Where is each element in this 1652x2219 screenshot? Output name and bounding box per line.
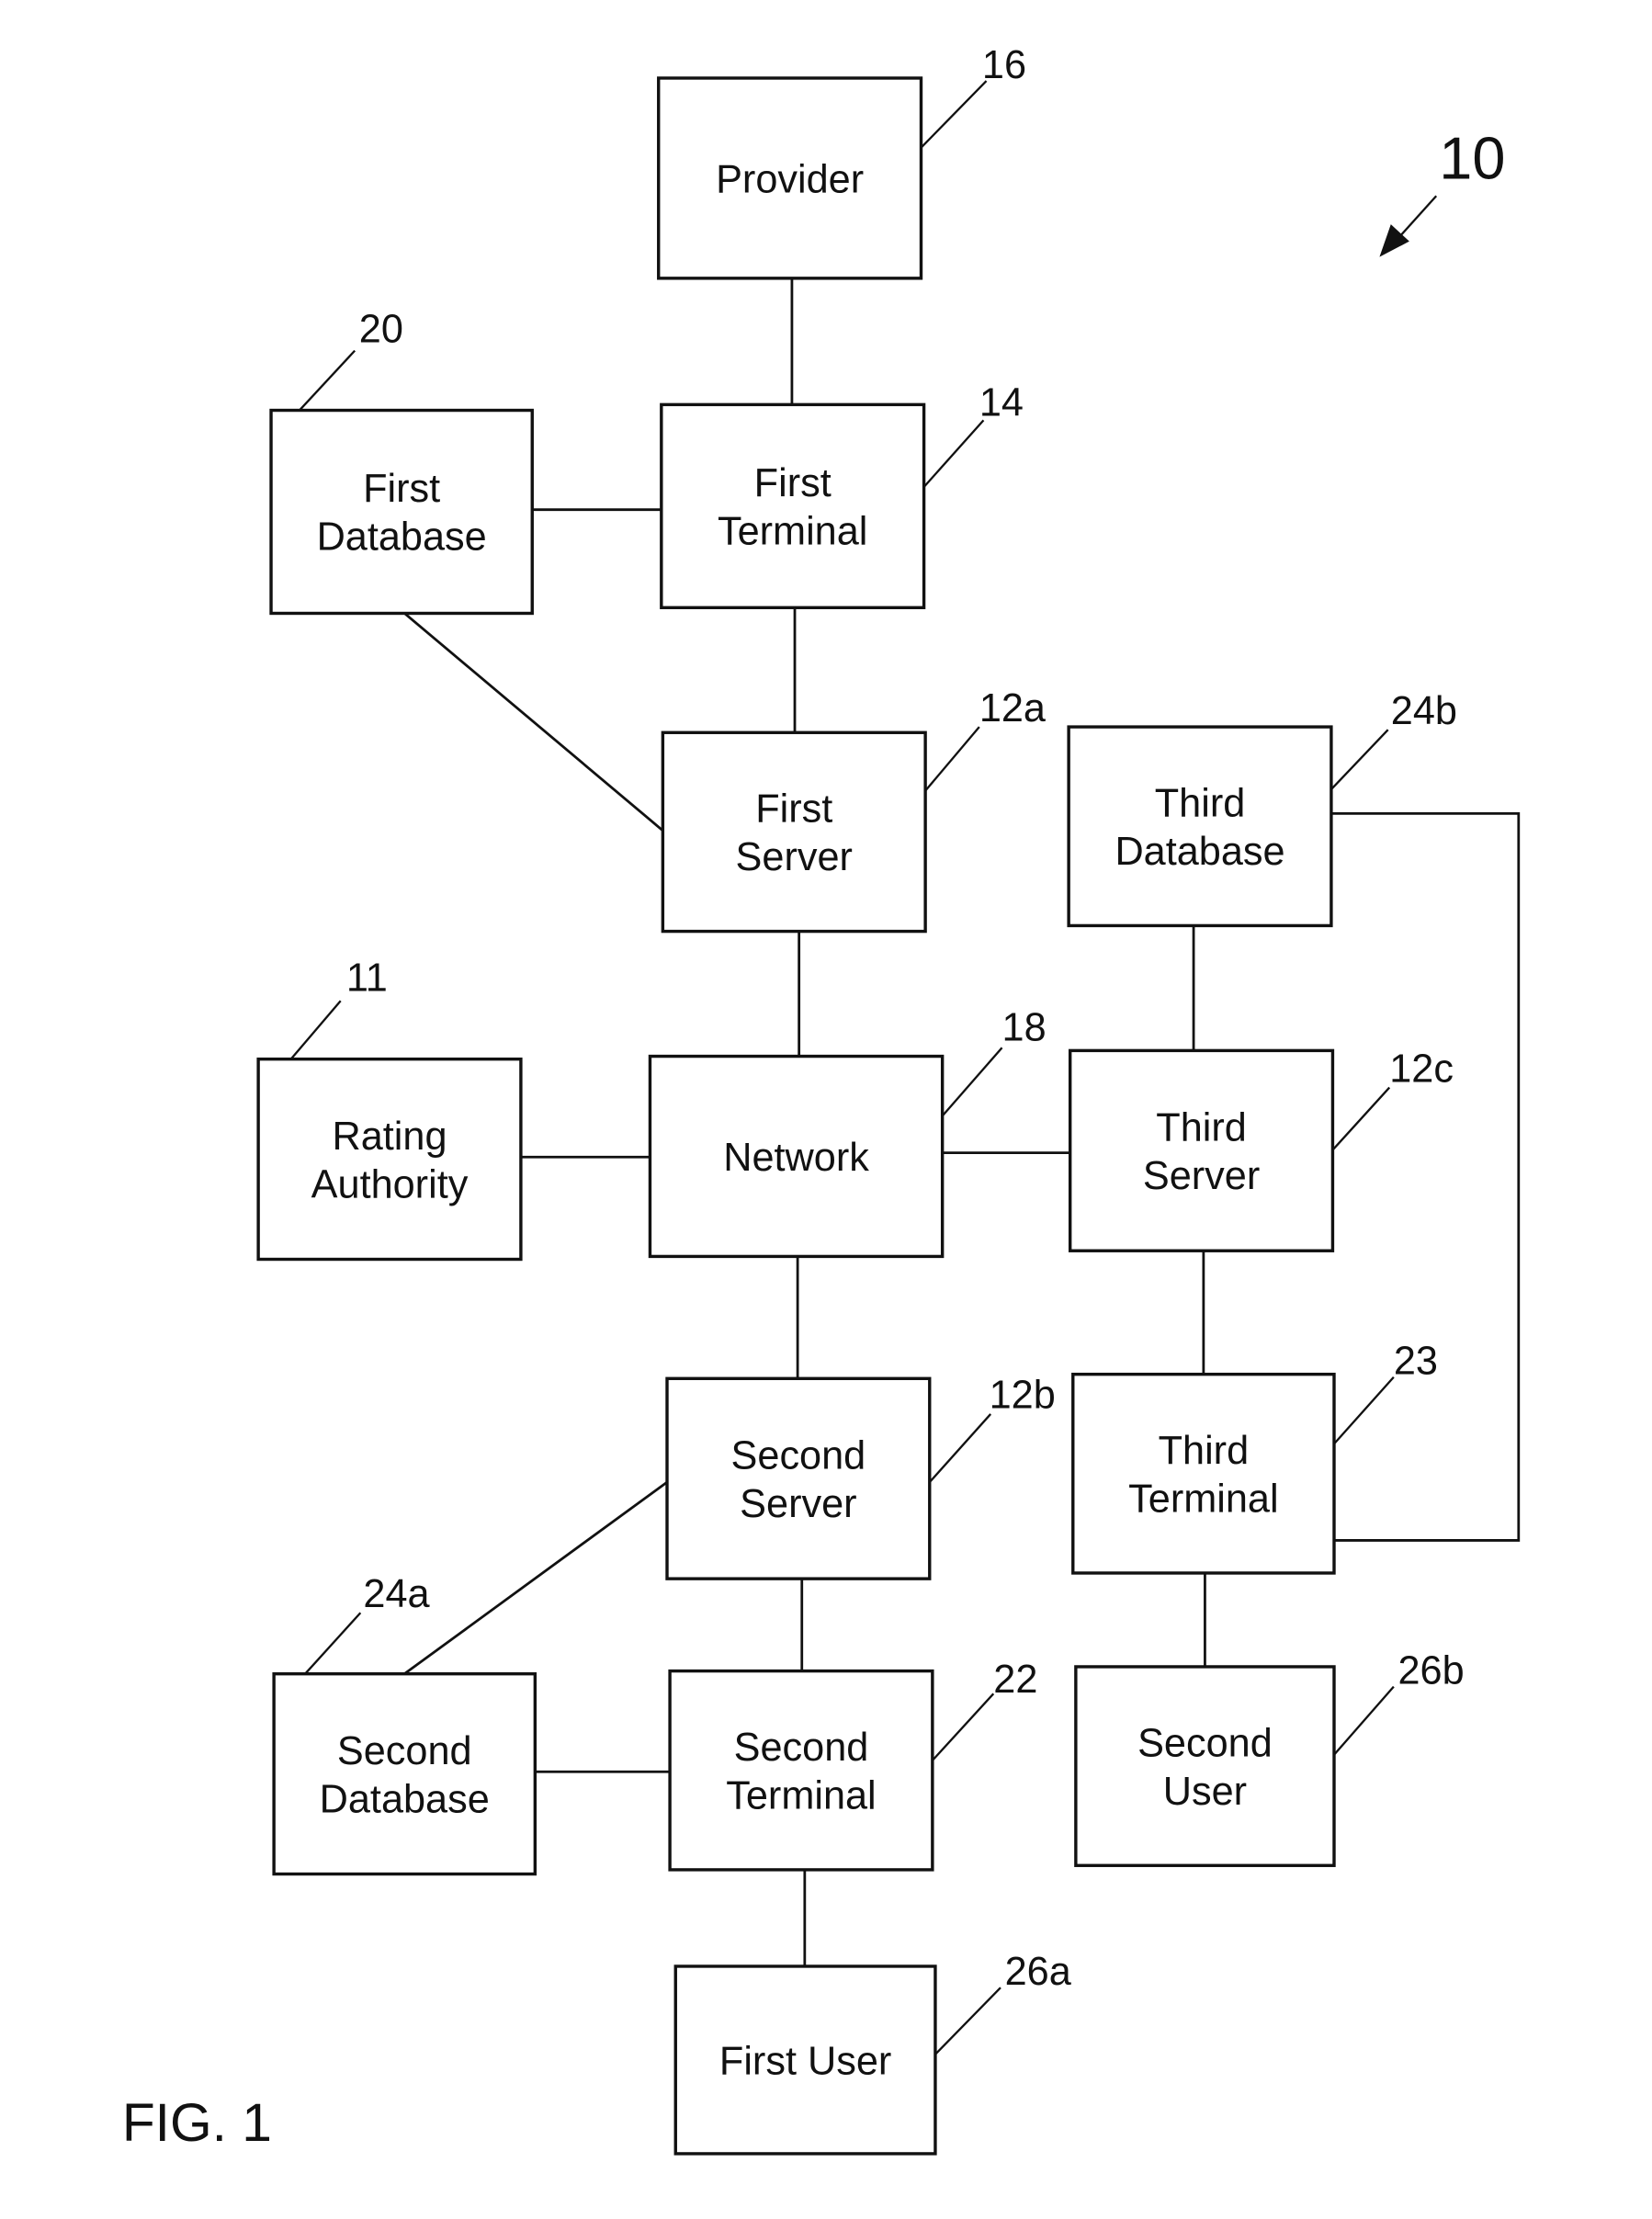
first-database-box xyxy=(269,408,534,616)
node-third-database: Third Database xyxy=(1067,725,1333,928)
connector-first-database-to-first-server xyxy=(403,612,664,832)
third-server-label-line: Third xyxy=(1156,1105,1247,1149)
network-ref-number: 18 xyxy=(1002,1006,1047,1050)
second-user-ref-number: 26b xyxy=(1398,1648,1465,1693)
node-first-database: FirstDatabase xyxy=(269,408,534,616)
third-database-ref-leader xyxy=(1330,729,1389,790)
third-database-label-line: Third xyxy=(1155,781,1246,825)
node-first-user: First User xyxy=(673,1964,937,2156)
first-database-ref-leader xyxy=(299,349,356,412)
second-user-label-line: User xyxy=(1163,1770,1247,1814)
first-user-ref-leader xyxy=(934,1987,1001,2055)
first-server-label-line: First xyxy=(755,787,832,832)
rating-authority-label-line: Rating xyxy=(333,1115,447,1159)
second-user-box xyxy=(1074,1665,1336,1867)
system-reference: 10 xyxy=(1379,125,1505,257)
node-second-database: SecondDatabase xyxy=(272,1671,537,1876)
first-terminal-ref-leader xyxy=(922,419,985,488)
network-label-line: Network xyxy=(723,1136,869,1180)
first-server-box xyxy=(661,730,927,934)
system-ref-arrow-shaft xyxy=(1397,195,1438,240)
connector-second-server-to-second-database xyxy=(403,1480,668,1675)
second-terminal-label-line: Terminal xyxy=(726,1773,876,1817)
third-database-box xyxy=(1067,725,1333,928)
second-server-ref-number: 12b xyxy=(990,1374,1056,1418)
first-database-ref-number: 20 xyxy=(359,307,403,351)
node-first-server: FirstServer xyxy=(661,730,927,934)
third-terminal-label-line: Third xyxy=(1159,1429,1250,1473)
third-terminal-ref-number: 23 xyxy=(1394,1340,1438,1384)
second-terminal-box xyxy=(668,1669,934,1872)
block-diagram: 16 20 14 12a 24b 11 18 12c 12b 23 24a 22 26b 26a Prov… xyxy=(122,43,1521,2156)
third-terminal-label-line: Terminal xyxy=(1128,1477,1278,1522)
second-server-box xyxy=(665,1376,932,1580)
first-server-ref-number: 12a xyxy=(979,686,1047,730)
second-terminal-label-line: Second xyxy=(734,1726,869,1770)
second-server-label-line: Second xyxy=(731,1433,866,1477)
rating-authority-ref-leader xyxy=(289,1000,342,1060)
node-rating-authority: RatingAuthority xyxy=(256,1057,523,1262)
second-database-label-line: Database xyxy=(320,1777,490,1821)
node-second-server: Second Server xyxy=(665,1376,932,1580)
node-second-user: Second User xyxy=(1074,1665,1336,1867)
second-database-box xyxy=(272,1671,537,1876)
third-database-ref-number: 24b xyxy=(1391,689,1457,733)
connections xyxy=(403,277,1521,1966)
rating-authority-label-line: Authority xyxy=(311,1162,469,1206)
node-third-server: Third Server xyxy=(1068,1048,1335,1252)
first-server-ref-leader xyxy=(924,726,980,792)
network-ref-leader xyxy=(941,1047,1003,1117)
provider-ref-leader xyxy=(920,80,988,149)
first-user-ref-number: 26a xyxy=(1005,1950,1072,1994)
third-server-ref-number: 12c xyxy=(1389,1047,1454,1091)
node-third-terminal: ThirdTerminal xyxy=(1071,1372,1336,1575)
first-terminal-label-line: First xyxy=(754,461,832,505)
nodes: ProviderFirstDatabaseFirstTerminalFirstS… xyxy=(256,76,1336,2156)
node-network: Network xyxy=(648,1054,945,1259)
system-ref-number: 10 xyxy=(1439,125,1505,192)
second-user-label-line: Second xyxy=(1137,1721,1273,1765)
third-terminal-box xyxy=(1071,1372,1336,1575)
first-server-label-line: Server xyxy=(736,835,853,879)
first-terminal-ref-number: 14 xyxy=(979,381,1024,425)
first-terminal-box xyxy=(660,402,926,610)
third-terminal-ref-leader xyxy=(1333,1376,1395,1445)
first-terminal-label-line: Terminal xyxy=(718,510,867,554)
third-database-label-line: Database xyxy=(1115,830,1284,874)
node-first-terminal: First Terminal xyxy=(660,402,926,610)
first-database-label-line: Database xyxy=(317,515,487,560)
first-database-label-line: First xyxy=(363,467,440,511)
second-user-ref-leader xyxy=(1333,1685,1395,1756)
second-server-label-line: Server xyxy=(740,1482,856,1526)
second-database-ref-number: 24a xyxy=(363,1572,430,1616)
node-provider: Provider xyxy=(657,76,923,280)
system-ref-arrowhead-icon xyxy=(1379,224,1409,257)
figure-caption: FIG. 1 xyxy=(122,2093,272,2153)
second-database-label-line: Second xyxy=(337,1729,472,1773)
third-server-ref-leader xyxy=(1331,1086,1391,1151)
second-server-ref-leader xyxy=(928,1413,992,1483)
third-server-box xyxy=(1068,1048,1335,1252)
node-second-terminal: SecondTerminal xyxy=(668,1669,934,1872)
second-database-ref-leader xyxy=(304,1612,362,1675)
rating-authority-box xyxy=(256,1057,523,1262)
second-terminal-ref-leader xyxy=(931,1693,995,1761)
third-server-label-line: Server xyxy=(1143,1154,1260,1198)
rating-authority-ref-number: 11 xyxy=(346,956,388,1000)
provider-ref-number: 16 xyxy=(982,43,1026,87)
provider-label-line: Provider xyxy=(716,157,864,201)
connector-third-database-to-third-terminal xyxy=(1330,811,1521,1542)
first-user-label-line: First User xyxy=(719,2039,891,2083)
second-terminal-ref-number: 22 xyxy=(993,1658,1037,1702)
